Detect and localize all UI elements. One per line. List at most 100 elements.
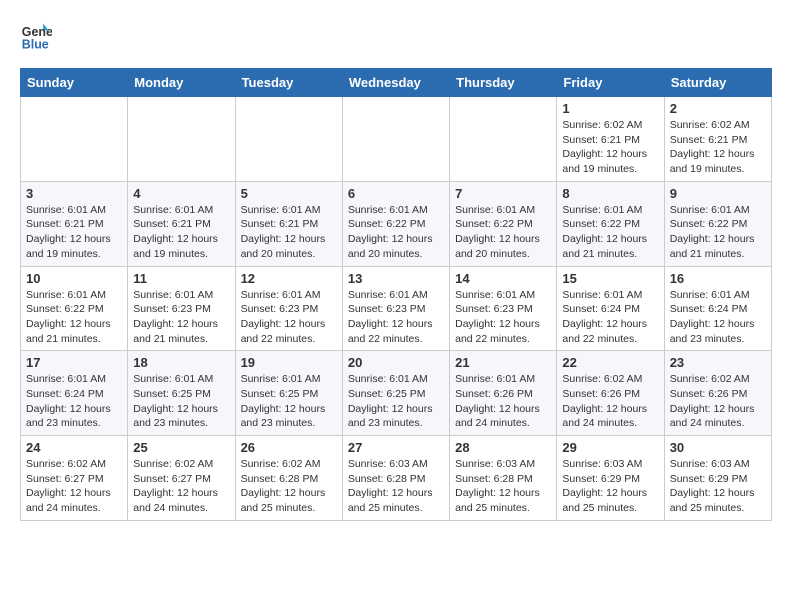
day-number: 10 [26,271,122,286]
day-cell: 4Sunrise: 6:01 AM Sunset: 6:21 PM Daylig… [128,181,235,266]
weekday-header-thursday: Thursday [450,69,557,97]
day-info: Sunrise: 6:01 AM Sunset: 6:25 PM Dayligh… [241,372,337,431]
day-cell: 7 Sunrise: 6:01 AM Sunset: 6:22 PM Daylig… [450,181,557,266]
weekday-header-monday: Monday [128,69,235,97]
weekday-header-friday: Friday [557,69,664,97]
day-info: Sunrise: 6:01 AM Sunset: 6:23 PM Dayligh… [455,288,551,347]
week-row-4: 17 Sunrise: 6:01 AM Sunset: 6:24 PM Dayli… [21,351,772,436]
day-info: Sunrise: 6:01 AM Sunset: 6:25 PM Dayligh… [133,372,229,431]
day-cell: 20 Sunrise: 6:01 AM Sunset: 6:25 PM Dayli… [342,351,449,436]
day-cell: 13 Sunrise: 6:01 AM Sunset: 6:23 PM Dayli… [342,266,449,351]
day-number: 27 [348,440,444,455]
day-number: 18 [133,355,229,370]
day-info: Sunrise: 6:01 AM Sunset: 6:22 PM Dayligh… [562,203,658,262]
day-number: 12 [241,271,337,286]
day-info: Sunrise: 6:01 AM Sunset: 6:25 PM Dayligh… [348,372,444,431]
day-info: Sunrise: 6:03 AM Sunset: 6:28 PM Dayligh… [455,457,551,516]
day-info: Sunrise: 6:01 AM Sunset: 6:24 PM Dayligh… [670,288,766,347]
day-cell [342,97,449,182]
day-cell: 19 Sunrise: 6:01 AM Sunset: 6:25 PM Dayli… [235,351,342,436]
weekday-header-sunday: Sunday [21,69,128,97]
day-cell [21,97,128,182]
week-row-2: 3 Sunrise: 6:01 AM Sunset: 6:21 PM Daylig… [21,181,772,266]
day-number: 26 [241,440,337,455]
day-number: 23 [670,355,766,370]
page-header: General Blue [20,20,772,52]
weekday-header-tuesday: Tuesday [235,69,342,97]
day-cell: 6Sunrise: 6:01 AM Sunset: 6:22 PM Daylig… [342,181,449,266]
day-info: Sunrise: 6:01 AM Sunset: 6:23 PM Dayligh… [348,288,444,347]
day-cell: 25 Sunrise: 6:02 AM Sunset: 6:27 PM Dayli… [128,436,235,521]
day-cell: 27 Sunrise: 6:03 AM Sunset: 6:28 PM Dayli… [342,436,449,521]
day-cell: 15 Sunrise: 6:01 AM Sunset: 6:24 PM Dayli… [557,266,664,351]
day-info: Sunrise: 6:01 AM Sunset: 6:21 PM Dayligh… [26,203,122,262]
svg-text:Blue: Blue [22,37,49,51]
day-info: Sunrise: 6:02 AM Sunset: 6:27 PM Dayligh… [26,457,122,516]
day-info: Sunrise: 6:01 AM Sunset: 6:21 PM Dayligh… [241,203,337,262]
day-cell: 1 Sunrise: 6:02 AM Sunset: 6:21 PM Daylig… [557,97,664,182]
day-number: 20 [348,355,444,370]
day-number: 22 [562,355,658,370]
day-number: 5 [241,186,337,201]
day-number: 28 [455,440,551,455]
day-cell: 29Sunrise: 6:03 AM Sunset: 6:29 PM Dayli… [557,436,664,521]
day-cell: 23Sunrise: 6:02 AM Sunset: 6:26 PM Dayli… [664,351,771,436]
day-cell: 11Sunrise: 6:01 AM Sunset: 6:23 PM Dayli… [128,266,235,351]
calendar-table: SundayMondayTuesdayWednesdayThursdayFrid… [20,68,772,521]
day-info: Sunrise: 6:01 AM Sunset: 6:22 PM Dayligh… [348,203,444,262]
day-number: 13 [348,271,444,286]
day-number: 8 [562,186,658,201]
day-number: 29 [562,440,658,455]
day-cell: 9 Sunrise: 6:01 AM Sunset: 6:22 PM Daylig… [664,181,771,266]
day-cell: 21Sunrise: 6:01 AM Sunset: 6:26 PM Dayli… [450,351,557,436]
day-info: Sunrise: 6:02 AM Sunset: 6:21 PM Dayligh… [562,118,658,177]
day-cell: 8 Sunrise: 6:01 AM Sunset: 6:22 PM Daylig… [557,181,664,266]
day-number: 15 [562,271,658,286]
day-cell [235,97,342,182]
day-cell: 30 Sunrise: 6:03 AM Sunset: 6:29 PM Dayli… [664,436,771,521]
day-cell: 26 Sunrise: 6:02 AM Sunset: 6:28 PM Dayli… [235,436,342,521]
day-number: 7 [455,186,551,201]
day-info: Sunrise: 6:01 AM Sunset: 6:24 PM Dayligh… [26,372,122,431]
day-number: 16 [670,271,766,286]
day-info: Sunrise: 6:02 AM Sunset: 6:27 PM Dayligh… [133,457,229,516]
day-number: 25 [133,440,229,455]
day-cell: 17 Sunrise: 6:01 AM Sunset: 6:24 PM Dayli… [21,351,128,436]
day-info: Sunrise: 6:01 AM Sunset: 6:23 PM Dayligh… [241,288,337,347]
weekday-header-row: SundayMondayTuesdayWednesdayThursdayFrid… [21,69,772,97]
week-row-3: 10 Sunrise: 6:01 AM Sunset: 6:22 PM Dayli… [21,266,772,351]
day-info: Sunrise: 6:02 AM Sunset: 6:28 PM Dayligh… [241,457,337,516]
day-cell: 18 Sunrise: 6:01 AM Sunset: 6:25 PM Dayli… [128,351,235,436]
day-info: Sunrise: 6:03 AM Sunset: 6:28 PM Dayligh… [348,457,444,516]
day-cell: 28 Sunrise: 6:03 AM Sunset: 6:28 PM Dayli… [450,436,557,521]
week-row-5: 24Sunrise: 6:02 AM Sunset: 6:27 PM Dayli… [21,436,772,521]
day-cell: 5 Sunrise: 6:01 AM Sunset: 6:21 PM Daylig… [235,181,342,266]
day-cell: 16 Sunrise: 6:01 AM Sunset: 6:24 PM Dayli… [664,266,771,351]
day-cell: 10 Sunrise: 6:01 AM Sunset: 6:22 PM Dayli… [21,266,128,351]
day-number: 2 [670,101,766,116]
day-number: 30 [670,440,766,455]
week-row-1: 1 Sunrise: 6:02 AM Sunset: 6:21 PM Daylig… [21,97,772,182]
day-number: 17 [26,355,122,370]
day-number: 14 [455,271,551,286]
day-number: 9 [670,186,766,201]
day-info: Sunrise: 6:01 AM Sunset: 6:22 PM Dayligh… [455,203,551,262]
day-number: 3 [26,186,122,201]
day-number: 1 [562,101,658,116]
weekday-header-saturday: Saturday [664,69,771,97]
day-info: Sunrise: 6:01 AM Sunset: 6:24 PM Dayligh… [562,288,658,347]
day-info: Sunrise: 6:01 AM Sunset: 6:22 PM Dayligh… [670,203,766,262]
day-cell: 24Sunrise: 6:02 AM Sunset: 6:27 PM Dayli… [21,436,128,521]
day-cell: 3 Sunrise: 6:01 AM Sunset: 6:21 PM Daylig… [21,181,128,266]
day-info: Sunrise: 6:01 AM Sunset: 6:23 PM Dayligh… [133,288,229,347]
day-cell [450,97,557,182]
logo: General Blue [20,20,56,52]
weekday-header-wednesday: Wednesday [342,69,449,97]
day-info: Sunrise: 6:03 AM Sunset: 6:29 PM Dayligh… [670,457,766,516]
day-cell: 2Sunrise: 6:02 AM Sunset: 6:21 PM Daylig… [664,97,771,182]
day-number: 4 [133,186,229,201]
day-number: 19 [241,355,337,370]
day-number: 21 [455,355,551,370]
day-cell: 22Sunrise: 6:02 AM Sunset: 6:26 PM Dayli… [557,351,664,436]
day-info: Sunrise: 6:01 AM Sunset: 6:22 PM Dayligh… [26,288,122,347]
